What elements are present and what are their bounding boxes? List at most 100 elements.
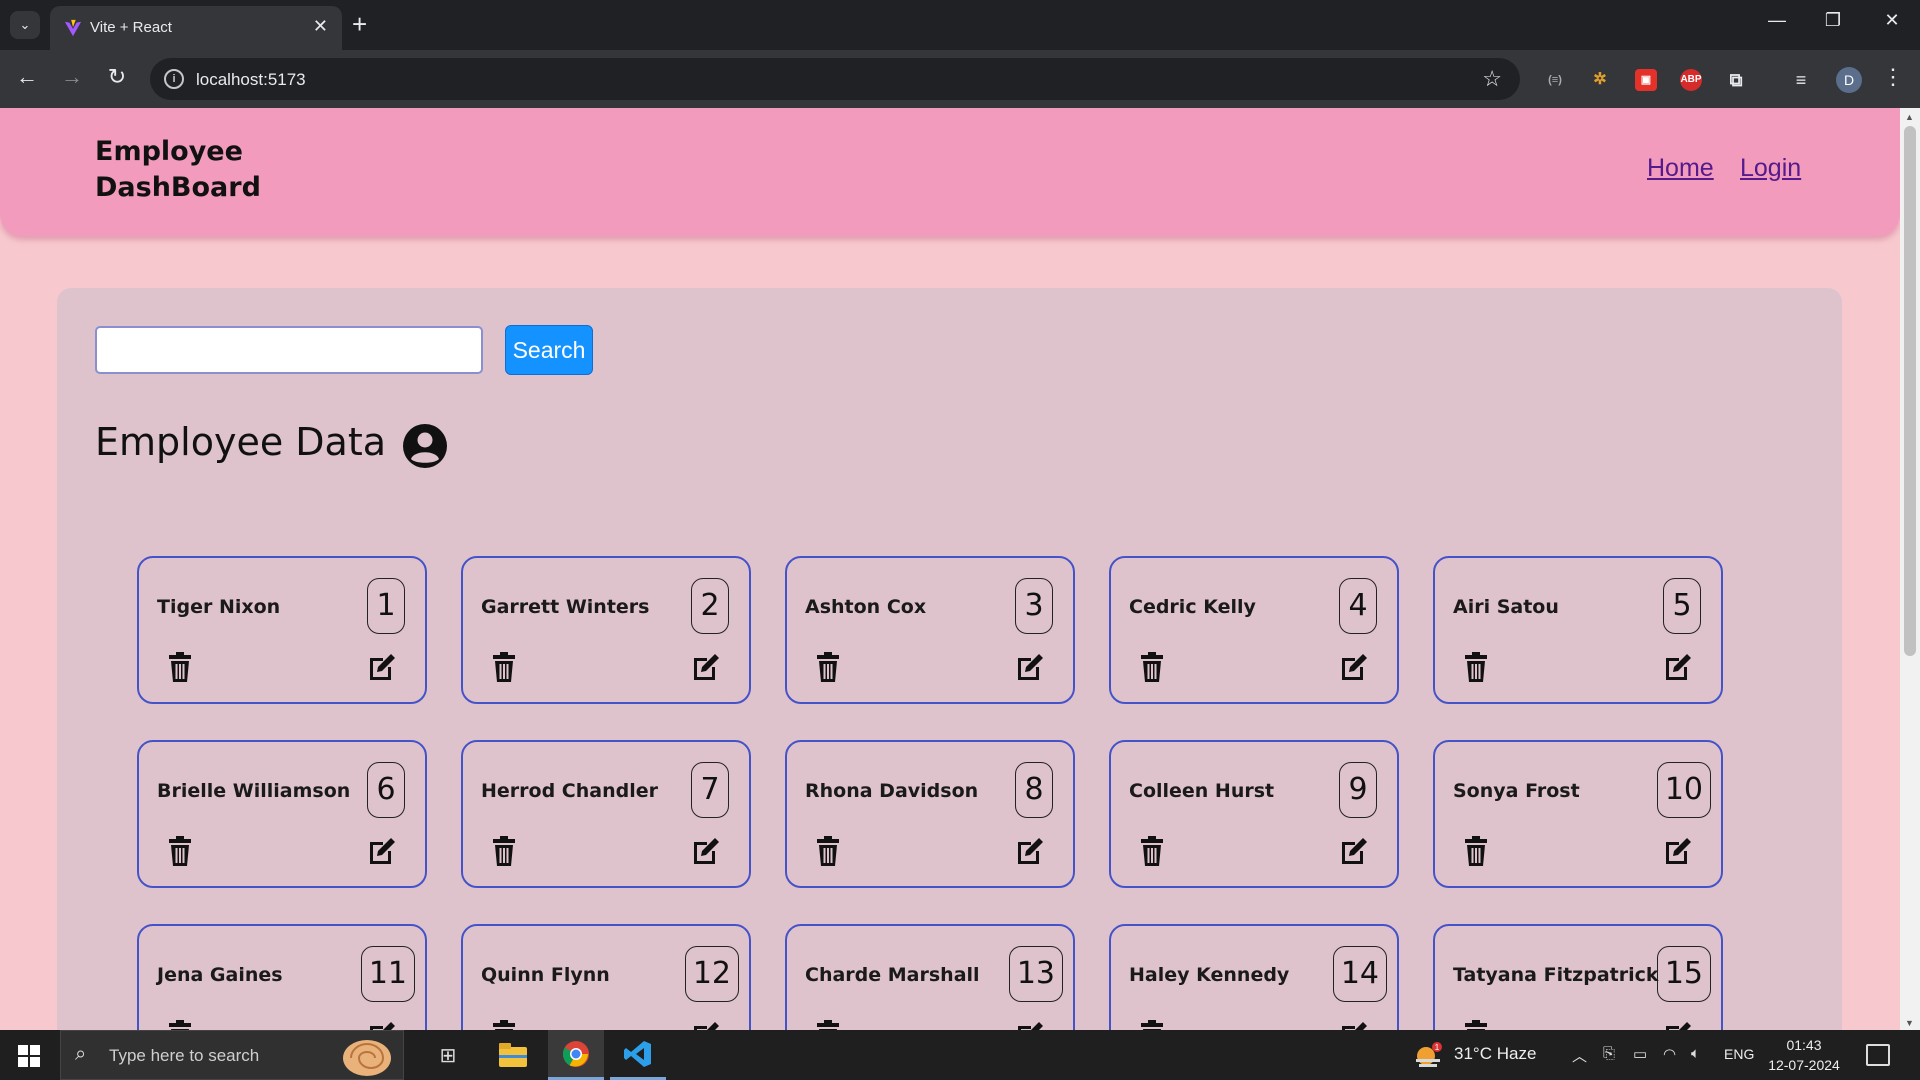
volume-icon[interactable]: 🔈︎	[1691, 1045, 1700, 1062]
battery-icon[interactable]: ▭	[1633, 1045, 1647, 1063]
address-url[interactable]: localhost:5173	[196, 70, 306, 90]
section-title: Employee Data	[95, 420, 387, 464]
edit-icon[interactable]	[1339, 1020, 1369, 1030]
wifi-icon[interactable]: ◠	[1663, 1045, 1676, 1063]
edit-icon[interactable]	[367, 836, 397, 866]
meet-now-icon[interactable]: ⎘	[1603, 1045, 1615, 1062]
windows-start-icon[interactable]	[18, 1045, 40, 1067]
scrollbar-thumb[interactable]	[1904, 126, 1916, 656]
vite-logo-icon	[64, 19, 82, 37]
trash-icon[interactable]	[815, 652, 841, 682]
employee-card: Tatyana Fitzpatrick 15	[1433, 924, 1723, 1030]
site-info-icon[interactable]: i	[164, 69, 184, 89]
new-tab-button[interactable]: +	[352, 10, 367, 38]
weather-badge: 1	[1435, 1043, 1440, 1052]
edit-icon[interactable]	[1339, 652, 1369, 682]
trash-icon[interactable]	[1463, 1020, 1489, 1030]
search-input[interactable]	[95, 326, 483, 374]
edit-icon[interactable]	[1663, 1020, 1693, 1030]
browser-tab[interactable]: Vite + React ✕	[50, 6, 342, 50]
back-button[interactable]: ←	[12, 64, 42, 90]
scroll-down-arrow[interactable]: ▼	[1905, 1018, 1914, 1028]
media-control-icon[interactable]: ≡	[1790, 69, 1812, 91]
edit-icon[interactable]	[1339, 836, 1369, 866]
trash-icon[interactable]	[491, 1020, 517, 1030]
trash-icon[interactable]	[815, 1020, 841, 1030]
employee-id-badge: 2	[691, 578, 729, 634]
chrome-taskbar-icon[interactable]	[548, 1030, 604, 1080]
show-hidden-icons-chevron-icon[interactable]: ︿	[1572, 1045, 1587, 1066]
browser-menu-icon[interactable]: ⋮	[1882, 64, 1904, 90]
extension-icon[interactable]: ✲	[1589, 69, 1611, 91]
taskbar-search-placeholder: Type here to search	[109, 1046, 260, 1065]
weather-icon[interactable]: 1	[1414, 1042, 1442, 1068]
trash-icon[interactable]	[167, 836, 193, 866]
close-window-button[interactable]: ✕	[1877, 10, 1907, 31]
trash-icon[interactable]	[1463, 652, 1489, 682]
weather-text[interactable]: 31°C Haze	[1454, 1044, 1536, 1064]
employee-id-badge: 1	[367, 578, 405, 634]
edit-icon[interactable]	[1015, 1020, 1045, 1030]
search-button[interactable]: Search	[505, 325, 593, 375]
file-explorer-icon[interactable]	[485, 1030, 541, 1080]
employee-card: Tiger Nixon 1	[137, 556, 427, 704]
trash-icon[interactable]	[491, 652, 517, 682]
employee-name: Rhona Davidson	[805, 780, 979, 802]
trash-icon[interactable]	[1139, 652, 1165, 682]
extensions-puzzle-icon[interactable]: ⧉	[1725, 69, 1747, 91]
employee-card: Colleen Hurst 9	[1109, 740, 1399, 888]
employee-id-badge: 7	[691, 762, 729, 818]
address-bar[interactable]: i localhost:5173 ☆	[150, 58, 1520, 100]
tab-search-button[interactable]: ⌄	[10, 11, 40, 39]
extension-icon[interactable]: ▣	[1635, 69, 1657, 91]
employee-card: Garrett Winters 2	[461, 556, 751, 704]
adblock-icon[interactable]: ABP	[1680, 69, 1702, 91]
employee-name: Haley Kennedy	[1129, 964, 1290, 986]
edit-icon[interactable]	[1663, 652, 1693, 682]
employee-id-badge: 6	[367, 762, 405, 818]
edit-icon[interactable]	[691, 836, 721, 866]
trash-icon[interactable]	[491, 836, 517, 866]
task-view-icon[interactable]: ⊞	[420, 1030, 476, 1080]
trash-icon[interactable]	[1139, 836, 1165, 866]
bookmark-star-icon[interactable]: ☆	[1482, 66, 1502, 92]
trash-icon[interactable]	[167, 652, 193, 682]
chrome-logo-icon	[562, 1040, 589, 1067]
edit-icon[interactable]	[1015, 836, 1045, 866]
edit-icon[interactable]	[367, 652, 397, 682]
nav-home-link[interactable]: Home	[1647, 154, 1714, 183]
trash-icon[interactable]	[815, 836, 841, 866]
edit-icon[interactable]	[1015, 652, 1045, 682]
forward-button[interactable]: →	[57, 64, 87, 90]
employee-id-badge: 11	[360, 946, 415, 1002]
page-scrollbar[interactable]: ▲ ▼	[1900, 108, 1920, 1030]
employee-id-badge: 10	[1656, 762, 1711, 818]
edit-icon[interactable]	[367, 1020, 397, 1030]
restore-button[interactable]: ❐	[1818, 10, 1848, 31]
taskbar-search-box[interactable]: ⌕ Type here to search	[60, 1030, 404, 1080]
trash-icon[interactable]	[167, 1020, 193, 1030]
edit-icon[interactable]	[1663, 836, 1693, 866]
reload-button[interactable]: ↻	[102, 64, 132, 90]
vscode-taskbar-icon[interactable]	[610, 1030, 666, 1080]
edit-icon[interactable]	[691, 652, 721, 682]
clock[interactable]: 01:43 12-07-2024	[1764, 1035, 1844, 1075]
tab-close-icon[interactable]: ✕	[313, 16, 328, 37]
minimize-button[interactable]: —	[1762, 10, 1792, 31]
nav-login-link[interactable]: Login	[1740, 154, 1801, 183]
trash-icon[interactable]	[1463, 836, 1489, 866]
brand-line: Employee	[95, 136, 243, 167]
language-indicator[interactable]: ENG	[1724, 1046, 1754, 1062]
employee-card: Brielle Williamson 6	[137, 740, 427, 888]
employee-id-badge: 15	[1656, 946, 1711, 1002]
profile-avatar[interactable]: D	[1836, 67, 1862, 93]
extension-icon[interactable]: (≡)	[1544, 69, 1566, 91]
employee-card: Haley Kennedy 14	[1109, 924, 1399, 1030]
tab-title: Vite + React	[90, 19, 172, 36]
notification-center-icon[interactable]	[1866, 1044, 1890, 1066]
trash-icon[interactable]	[1139, 1020, 1165, 1030]
employee-name: Ashton Cox	[805, 596, 927, 618]
edit-icon[interactable]	[691, 1020, 721, 1030]
employee-card: Charde Marshall 13	[785, 924, 1075, 1030]
scroll-up-arrow[interactable]: ▲	[1905, 112, 1914, 122]
